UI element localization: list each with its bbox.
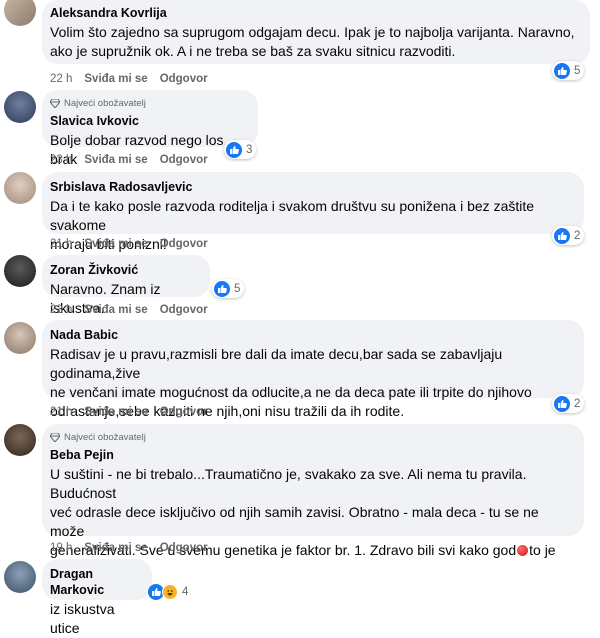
like-icon <box>226 141 242 158</box>
comment-author[interactable]: Aleksandra Kovrlija <box>50 5 578 21</box>
reaction-summary[interactable]: 3 <box>224 140 257 159</box>
comment-bubble: Zoran Živković Naravno. Znam iz iskustva… <box>42 255 210 316</box>
diamond-icon <box>50 99 60 108</box>
comment-bubble: Nada Babic Radisav je u pravu,razmisli b… <box>42 320 584 419</box>
reaction-count: 2 <box>574 229 581 242</box>
avatar[interactable] <box>4 0 36 26</box>
comment-author[interactable]: Beba Pejin <box>50 447 572 463</box>
badge-label: Najveći obožavatelj <box>64 98 146 109</box>
avatar[interactable] <box>4 424 36 456</box>
comment-time[interactable]: 19 h <box>50 541 72 555</box>
comment-bubble: Najveći obožavatelj Beba Pejin U suštini… <box>42 424 584 577</box>
haha-icon <box>162 583 178 600</box>
reaction-summary[interactable]: 4 <box>146 582 192 601</box>
reaction-count: 5 <box>574 64 581 77</box>
comment-bubble: Aleksandra Kovrlija Volim što zajedno sa… <box>42 0 590 64</box>
comment-time[interactable]: 22 h <box>50 72 72 86</box>
like-icon <box>554 62 570 79</box>
top-fan-badge: Najveći obožavatelj <box>50 97 246 110</box>
avatar[interactable] <box>4 322 36 354</box>
comment-actions: 23 h Sviđa mi se Odgovor <box>50 303 208 317</box>
comment-actions: 22 h Sviđa mi se Odgovor <box>50 72 208 86</box>
like-icon <box>554 227 570 244</box>
reply-button[interactable]: Odgovor <box>160 303 208 317</box>
reply-button[interactable]: Odgovor <box>160 541 208 555</box>
reply-button[interactable]: Odgovor <box>160 72 208 86</box>
diamond-icon <box>50 433 60 442</box>
reply-button[interactable]: Odgovor <box>160 153 208 167</box>
like-button[interactable]: Sviđa mi se <box>84 541 147 555</box>
reaction-count: 5 <box>234 282 241 295</box>
like-button[interactable]: Sviđa mi se <box>84 303 147 317</box>
comment-author[interactable]: Dragan Markovic <box>50 566 140 598</box>
comment-time[interactable]: 23 h <box>50 303 72 317</box>
badge-label: Najveći obožavatelj <box>64 432 146 443</box>
comment-bubble: Dragan Markovic iz iskustva utice <box>42 559 152 636</box>
reaction-summary[interactable]: 5 <box>212 279 245 298</box>
comment-actions: 21 h Sviđa mi se Odgovor <box>50 237 208 251</box>
comment-author[interactable]: Zoran Živković <box>50 262 198 278</box>
like-button[interactable]: Sviđa mi se <box>84 237 147 251</box>
avatar[interactable] <box>4 91 36 123</box>
top-fan-badge: Najveći obožavatelj <box>50 431 572 444</box>
like-icon <box>214 280 230 297</box>
reply-button[interactable]: Odgovor <box>160 237 208 251</box>
comment-author[interactable]: Nada Babic <box>50 327 572 343</box>
comment-actions: 19 h Sviđa mi se Odgovor <box>50 541 208 555</box>
reply-button[interactable]: Odgovor <box>160 405 208 419</box>
comment-time[interactable]: 21 h <box>50 237 72 251</box>
reaction-summary[interactable]: 2 <box>552 226 585 245</box>
comment-actions: 21 h Sviđa mi se Odgovor <box>50 405 208 419</box>
apple-emoji-icon <box>517 545 529 556</box>
comment-author[interactable]: Srbislava Radosavljevic <box>50 179 572 195</box>
like-icon <box>554 395 570 412</box>
reaction-summary[interactable]: 5 <box>552 61 585 80</box>
like-button[interactable]: Sviđa mi se <box>84 405 147 419</box>
avatar[interactable] <box>4 561 36 593</box>
reaction-count: 4 <box>182 585 189 598</box>
like-button[interactable]: Sviđa mi se <box>84 72 147 86</box>
comment-time[interactable]: 21 h <box>50 405 72 419</box>
reaction-count: 2 <box>574 397 581 410</box>
comment-actions: 23 h Sviđa mi se Odgovor <box>50 153 208 167</box>
reaction-count: 3 <box>246 143 253 156</box>
avatar[interactable] <box>4 172 36 204</box>
comment-time[interactable]: 23 h <box>50 153 72 167</box>
comment-text: iz iskustva utice <box>50 601 119 636</box>
reaction-summary[interactable]: 2 <box>552 394 585 413</box>
comment-bubble: Srbislava Radosavljevic Da i te kako pos… <box>42 172 584 252</box>
like-button[interactable]: Sviđa mi se <box>84 153 147 167</box>
comment-text: Volim što zajedno sa suprugom odgajam de… <box>50 24 575 59</box>
avatar[interactable] <box>4 255 36 287</box>
comment-author[interactable]: Slavica Ivkovic <box>50 113 246 129</box>
comment-bubble: Najveći obožavatelj Slavica Ivkovic Bolj… <box>42 90 258 167</box>
